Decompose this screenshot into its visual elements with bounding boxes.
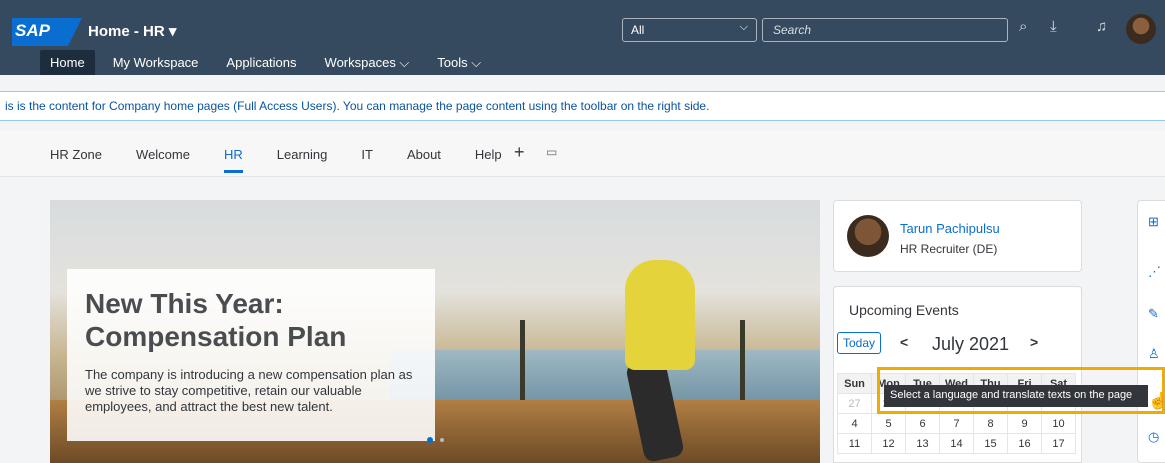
tab-hr-zone[interactable]: HR Zone: [50, 147, 102, 162]
tab-about[interactable]: About: [407, 147, 441, 162]
today-button[interactable]: Today: [837, 332, 881, 354]
events-title: Upcoming Events: [849, 302, 959, 318]
calendar-day[interactable]: 6: [905, 413, 940, 434]
profile-card: Tarun Pachipulsu HR Recruiter (DE): [833, 200, 1082, 272]
nav-my-workspace[interactable]: My Workspace: [103, 50, 209, 75]
calendar-day[interactable]: 12: [871, 433, 906, 454]
chevron-down-icon: ⌵: [739, 21, 748, 33]
edit-icon[interactable]: ✎: [1148, 306, 1159, 322]
weekday-header: Sun: [837, 373, 872, 394]
calendar-day[interactable]: 7: [939, 413, 974, 434]
calendar-day[interactable]: 13: [905, 433, 940, 454]
calendar-day[interactable]: 4: [837, 413, 872, 434]
calendar-day[interactable]: 11: [837, 433, 872, 454]
nav-tools[interactable]: Tools ⌵: [427, 50, 491, 75]
hand-cursor-icon: ☝: [1148, 393, 1165, 410]
sitemap-icon[interactable]: ⊞: [1148, 214, 1159, 230]
top-navigation: Home My Workspace Applications Workspace…: [40, 50, 499, 75]
person-icon[interactable]: ♙: [1148, 346, 1160, 362]
calendar-day[interactable]: 5: [871, 413, 906, 434]
hero-image: [625, 260, 695, 370]
nav-applications[interactable]: Applications: [216, 50, 306, 75]
tab-hr[interactable]: HR: [223, 147, 243, 173]
site-title-menu[interactable]: Home - HR ▾: [88, 22, 176, 40]
design-icon[interactable]: ⋰: [1148, 264, 1161, 280]
calendar-day[interactable]: 10: [1041, 413, 1076, 434]
page-toolbar: ⊞ ⋰ ✎ ♙ ◷: [1137, 200, 1165, 463]
carousel-dot-active[interactable]: [427, 437, 433, 443]
add-tab-icon[interactable]: +: [514, 142, 525, 163]
search-icon[interactable]: ⌕: [1019, 18, 1027, 35]
translate-tooltip: Select a language and translate texts on…: [884, 385, 1148, 407]
nav-home[interactable]: Home: [40, 50, 95, 75]
chevron-right-icon[interactable]: >: [1030, 334, 1038, 350]
calendar-month[interactable]: July 2021: [932, 334, 1009, 355]
nav-workspaces[interactable]: Workspaces ⌵: [315, 50, 420, 75]
tab-it[interactable]: IT: [361, 147, 373, 162]
hero-text-card: New This Year: Compensation Plan The com…: [67, 269, 435, 441]
calendar-day[interactable]: 16: [1007, 433, 1042, 454]
bell-icon[interactable]: ♫: [1096, 18, 1107, 35]
calendar-day[interactable]: 15: [973, 433, 1008, 454]
user-avatar[interactable]: [1126, 14, 1156, 44]
clock-icon[interactable]: ◷: [1148, 429, 1159, 445]
hero-title: New This Year: Compensation Plan: [85, 288, 347, 352]
calendar-day[interactable]: 27: [837, 393, 872, 414]
hero-carousel[interactable]: New This Year: Compensation Plan The com…: [50, 200, 820, 463]
tab-learning[interactable]: Learning: [277, 147, 328, 162]
carousel-dot[interactable]: [440, 438, 444, 442]
shell-bar: SAP Home - HR ▾ Home My Workspace Applic…: [0, 0, 1165, 75]
page-icon[interactable]: ▭: [546, 145, 557, 159]
hero-description: The company is introducing a new compens…: [85, 367, 413, 414]
calendar-day[interactable]: 17: [1041, 433, 1076, 454]
download-icon[interactable]: ⤓: [1050, 18, 1057, 35]
tab-help[interactable]: Help: [475, 147, 502, 162]
search-input[interactable]: Search: [762, 18, 1008, 42]
search-scope-select[interactable]: All ⌵: [622, 18, 757, 42]
chevron-left-icon[interactable]: <: [900, 334, 908, 350]
profile-avatar: [847, 215, 889, 257]
info-strip: is is the content for Company home pages…: [0, 91, 1165, 121]
page-tabs: HR Zone Welcome HR Learning IT About Hel…: [0, 131, 1165, 177]
sap-logo[interactable]: SAP: [12, 18, 82, 46]
tab-welcome[interactable]: Welcome: [136, 147, 190, 162]
calendar-day[interactable]: 9: [1007, 413, 1042, 434]
profile-role: HR Recruiter (DE): [900, 242, 998, 256]
profile-name[interactable]: Tarun Pachipulsu: [900, 221, 1000, 236]
calendar-day[interactable]: 8: [973, 413, 1008, 434]
calendar-day[interactable]: 14: [939, 433, 974, 454]
